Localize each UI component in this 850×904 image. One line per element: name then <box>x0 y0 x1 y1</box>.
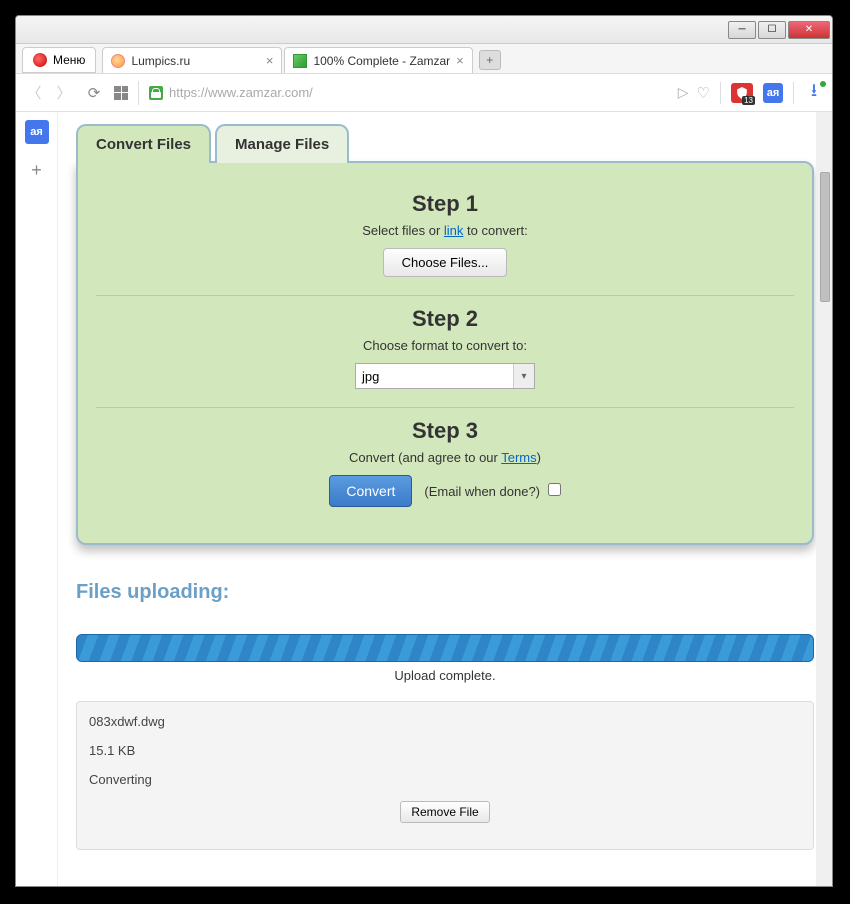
close-tab-icon[interactable]: × <box>266 53 274 68</box>
email-when-done-checkbox[interactable] <box>548 483 561 496</box>
url-text: https://www.zamzar.com/ <box>169 85 313 100</box>
forward-button[interactable]: 〉 <box>54 83 74 103</box>
step-2: Step 2 Choose format to convert to: jpg <box>96 296 794 408</box>
step1-sub-pre: Select files or <box>362 223 444 238</box>
format-select[interactable]: jpg <box>355 363 535 389</box>
browser-menu-button[interactable]: Меню <box>22 47 96 73</box>
step3-subtitle: Convert (and agree to our Terms) <box>96 450 794 465</box>
minimize-button[interactable]: ─ <box>728 21 756 39</box>
upload-status-text: Upload complete. <box>76 668 814 683</box>
browser-window: ─ ☐ ✕ Меню Lumpics.ru × 100% Complete - … <box>15 15 833 887</box>
new-tab-button[interactable]: + <box>479 50 501 70</box>
upload-progress-bar <box>76 634 814 662</box>
scrollbar-thumb[interactable] <box>820 172 830 302</box>
lumpics-favicon-icon <box>111 54 125 68</box>
app-tabs: Convert Files Manage Files <box>76 122 814 161</box>
step2-subtitle: Choose format to convert to: <box>96 338 794 353</box>
zamzar-favicon-icon <box>293 54 307 68</box>
email-label-text: (Email when done?) <box>424 484 540 499</box>
step2-title: Step 2 <box>96 306 794 332</box>
heart-icon[interactable]: ♡ <box>697 84 710 102</box>
close-tab-icon[interactable]: × <box>456 53 464 68</box>
opera-logo-icon <box>33 53 47 67</box>
page-scrollbar[interactable] <box>816 112 832 886</box>
lock-icon <box>149 86 163 100</box>
reload-button[interactable]: ⟳ <box>84 83 104 103</box>
file-name: 083xdwf.dwg <box>89 714 801 729</box>
downloads-icon[interactable]: ⭳ <box>804 83 824 103</box>
file-size: 15.1 KB <box>89 743 801 758</box>
step3-title: Step 3 <box>96 418 794 444</box>
tab-title: 100% Complete - Zamzar <box>313 54 450 68</box>
address-bar-row: 〈 〉 ⟳ https://www.zamzar.com/ ▷ ♡ aя ⭳ <box>16 74 832 112</box>
email-when-done-label: (Email when done?) <box>424 483 560 499</box>
files-uploading-heading: Files uploading: <box>76 581 814 604</box>
sidebar-add-icon[interactable]: + <box>25 158 49 182</box>
menu-label: Меню <box>53 53 85 67</box>
convert-button[interactable]: Convert <box>329 475 412 507</box>
file-state: Converting <box>89 772 801 787</box>
step3-sub-post: ) <box>537 450 541 465</box>
address-right-icons: ▷ ♡ <box>678 84 710 102</box>
format-selected-value: jpg <box>362 369 379 384</box>
send-icon[interactable]: ▷ <box>678 84 689 101</box>
tab-title: Lumpics.ru <box>131 54 259 68</box>
tabs-row: Меню Lumpics.ru × 100% Complete - Zamzar… <box>16 44 832 74</box>
step1-title: Step 1 <box>96 191 794 217</box>
tab-zamzar[interactable]: 100% Complete - Zamzar × <box>284 47 472 73</box>
remove-file-button[interactable]: Remove File <box>400 801 489 823</box>
step1-subtitle: Select files or link to convert: <box>96 223 794 238</box>
adblock-icon[interactable] <box>731 83 753 103</box>
tab-convert-files[interactable]: Convert Files <box>76 124 211 163</box>
content-wrap: aя + Convert Files Manage Files Step 1 S… <box>16 112 832 886</box>
sidebar-translate-icon[interactable]: aя <box>25 120 49 144</box>
terms-link[interactable]: Terms <box>501 450 536 465</box>
page-content: Convert Files Manage Files Step 1 Select… <box>58 112 832 886</box>
step-3: Step 3 Convert (and agree to our Terms) … <box>96 408 794 525</box>
window-titlebar: ─ ☐ ✕ <box>16 16 832 44</box>
choose-files-button[interactable]: Choose Files... <box>383 248 508 277</box>
file-item: 083xdwf.dwg 15.1 KB Converting Remove Fi… <box>76 701 814 850</box>
speed-dial-icon[interactable] <box>114 86 128 100</box>
step-1: Step 1 Select files or link to convert: … <box>96 181 794 296</box>
left-sidebar: aя + <box>16 112 58 886</box>
translate-extension-icon[interactable]: aя <box>763 83 783 103</box>
step1-sub-post: to convert: <box>463 223 527 238</box>
maximize-button[interactable]: ☐ <box>758 21 786 39</box>
close-window-button[interactable]: ✕ <box>788 21 830 39</box>
link-url-link[interactable]: link <box>444 223 464 238</box>
tab-manage-files[interactable]: Manage Files <box>215 124 349 163</box>
convert-panel: Step 1 Select files or link to convert: … <box>76 161 814 545</box>
back-button[interactable]: 〈 <box>24 83 44 103</box>
tab-lumpics[interactable]: Lumpics.ru × <box>102 47 282 73</box>
step3-sub-pre: Convert (and agree to our <box>349 450 501 465</box>
address-field[interactable]: https://www.zamzar.com/ <box>138 81 658 105</box>
